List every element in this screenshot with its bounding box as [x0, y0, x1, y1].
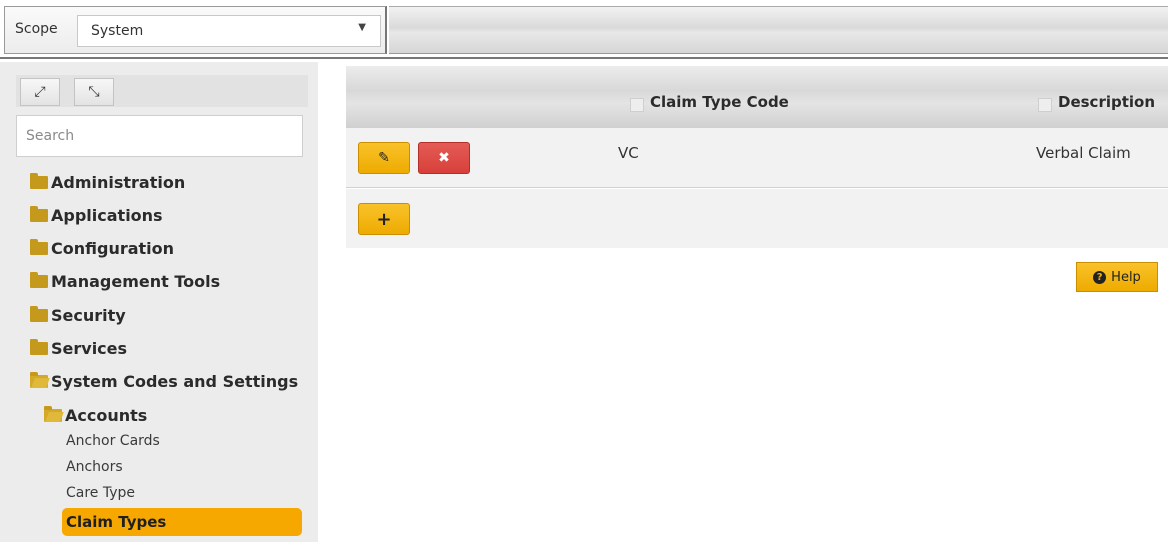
expand-all-button[interactable]: ⤢ — [20, 78, 60, 106]
tree-item-services[interactable]: Services — [30, 335, 127, 361]
search-input[interactable] — [16, 115, 303, 157]
tree-item-system-codes-and-settings[interactable]: System Codes and Settings — [30, 368, 298, 394]
cell-claim-type-code: VC — [618, 144, 639, 162]
collapse-all-icon: ⤡ — [88, 84, 100, 100]
tree-item-label: Accounts — [65, 405, 148, 425]
tree-item-security[interactable]: Security — [30, 302, 126, 328]
tree-item-label: Applications — [51, 205, 163, 225]
delete-button[interactable]: ✖ — [418, 142, 470, 174]
folder-icon — [30, 172, 48, 189]
folder-icon — [30, 205, 48, 222]
column-header-label: Claim Type Code — [650, 93, 789, 111]
tree-item-management-tools[interactable]: Management Tools — [30, 268, 220, 294]
table-row: ✎ ✖ VC Verbal Claim — [346, 128, 1168, 188]
folder-open-icon — [30, 371, 48, 388]
tree-item-label: System Codes and Settings — [51, 371, 299, 391]
tree-item-label: Security — [51, 305, 126, 325]
tree-toolbar: ⤢ ⤡ — [16, 75, 308, 107]
tree-item-label: Services — [51, 338, 128, 358]
scope-bar: Scope System ▼ — [0, 0, 1168, 59]
question-circle-icon: ? — [1093, 270, 1107, 284]
dropdown-caret-icon: ▼ — [358, 22, 366, 33]
folder-icon — [30, 238, 48, 255]
scope-selected-value: System — [91, 23, 144, 39]
grid-header: Claim Type Code Description — [346, 66, 1168, 128]
help-button[interactable]: ? Help — [1076, 262, 1158, 292]
column-checkbox[interactable] — [630, 98, 644, 112]
column-header-label: Description — [1058, 93, 1156, 111]
column-header-description[interactable]: Description — [1038, 92, 1155, 112]
cell-description: Verbal Claim — [1036, 144, 1131, 162]
tree-leaf-anchor-cards[interactable]: Anchor Cards — [66, 433, 160, 455]
tree-item-configuration[interactable]: Configuration — [30, 235, 174, 261]
tree-item-label: Administration — [51, 172, 186, 192]
expand-all-icon: ⤢ — [34, 84, 46, 100]
grid-footer: + — [346, 189, 1168, 248]
tree-item-applications[interactable]: Applications — [30, 202, 163, 228]
tree-item-label: Configuration — [51, 238, 175, 258]
tree-leaf-claim-types[interactable]: Claim Types — [62, 508, 302, 536]
column-checkbox[interactable] — [1038, 98, 1052, 112]
folder-icon — [30, 338, 48, 355]
scope-select[interactable]: System ▼ — [77, 15, 381, 47]
delete-icon: ✖ — [438, 150, 450, 166]
tree-leaf-care-type[interactable]: Care Type — [66, 485, 135, 507]
tree-item-accounts[interactable]: Accounts — [44, 402, 147, 428]
tree-leaf-anchors[interactable]: Anchors — [66, 459, 123, 481]
tree-item-label: Management Tools — [51, 271, 221, 291]
divider — [0, 57, 1168, 59]
sidebar: ⤢ ⤡ Administration Applications Configur… — [0, 62, 318, 542]
edit-icon: ✎ — [378, 150, 390, 166]
column-header-claim-type-code[interactable]: Claim Type Code — [630, 92, 789, 112]
help-label: Help — [1111, 269, 1141, 285]
edit-button[interactable]: ✎ — [358, 142, 410, 174]
folder-icon — [30, 271, 48, 288]
tree-item-administration[interactable]: Administration — [30, 169, 185, 195]
toolbar-strip — [389, 6, 1168, 54]
folder-open-icon — [44, 405, 62, 422]
plus-icon: + — [376, 208, 392, 230]
scope-container: Scope System ▼ — [4, 6, 387, 54]
scope-label: Scope — [15, 21, 58, 37]
add-button[interactable]: + — [358, 203, 410, 235]
folder-icon — [30, 305, 48, 322]
collapse-all-button[interactable]: ⤡ — [74, 78, 114, 106]
